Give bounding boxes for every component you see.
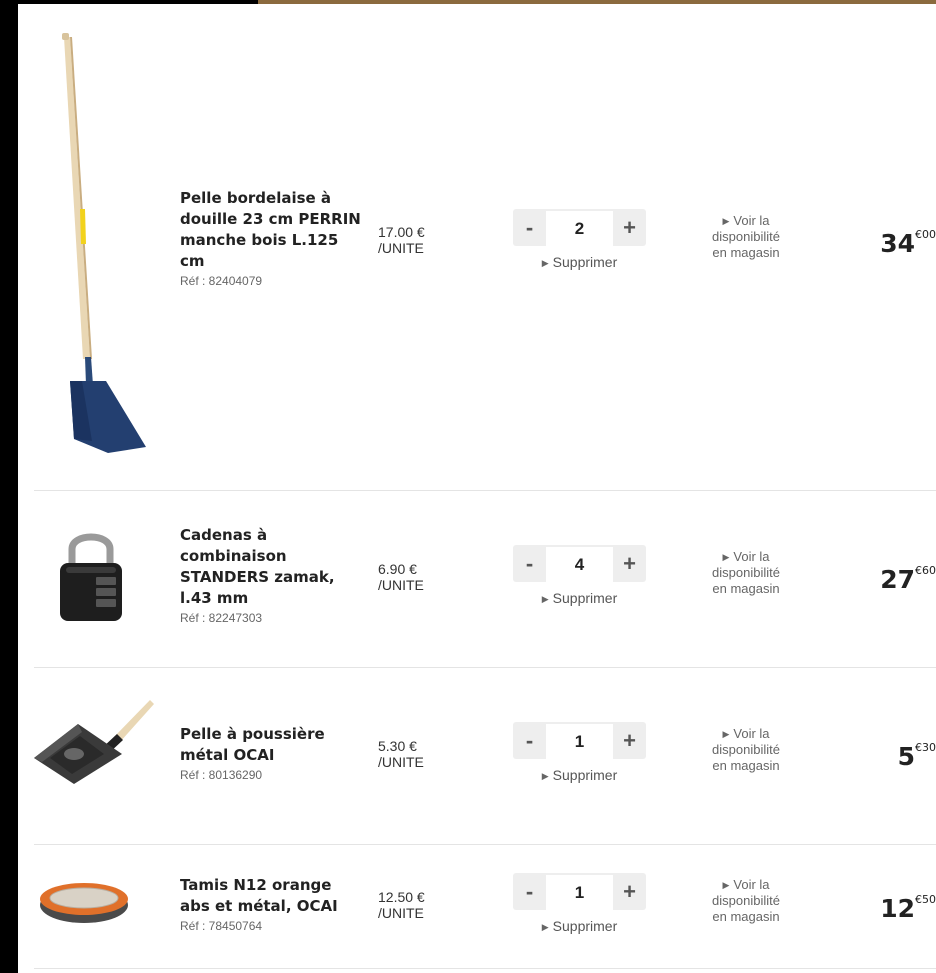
shovel-image xyxy=(62,33,146,453)
triangle-right-icon: ▶ xyxy=(722,729,730,739)
quantity-stepper: - + xyxy=(513,722,646,759)
padlock-image xyxy=(60,533,122,621)
triangle-right-icon: ▶ xyxy=(541,594,549,604)
unit-price-value: 6.90 € xyxy=(378,561,417,577)
remove-label: Supprimer xyxy=(552,254,618,270)
quantity-input[interactable] xyxy=(546,724,613,759)
availability-line-2: disponibilité xyxy=(712,742,780,757)
quantity-input[interactable] xyxy=(546,211,613,246)
line-total-dec: €50 xyxy=(915,893,936,906)
line-total: 27€60 xyxy=(880,564,936,594)
store-availability-link[interactable]: ▶ Voir la disponibilité en magasin xyxy=(686,213,806,261)
product-ref: Réf : 80136290 xyxy=(180,768,263,782)
product-name[interactable]: Pelle à poussière métal OCAI xyxy=(180,724,362,766)
remove-label: Supprimer xyxy=(552,590,618,606)
line-total: 5€30 xyxy=(898,741,936,771)
quantity-control: - + ▶Supprimer xyxy=(513,545,646,606)
availability-line-3: en magasin xyxy=(712,581,780,596)
product-info: Tamis N12 orange abs et métal, OCAI Réf … xyxy=(180,875,362,933)
decrease-quantity-button[interactable]: - xyxy=(513,209,546,246)
increase-quantity-button[interactable]: + xyxy=(613,873,646,910)
product-info: Pelle à poussière métal OCAI Réf : 80136… xyxy=(180,724,362,782)
window-frame-left xyxy=(0,0,18,973)
remove-label: Supprimer xyxy=(552,767,618,783)
line-total-dec: €60 xyxy=(915,564,936,577)
store-availability-link[interactable]: ▶ Voir la disponibilité en magasin xyxy=(686,877,806,925)
remove-label: Supprimer xyxy=(552,918,618,934)
quantity-stepper: - + xyxy=(513,545,646,582)
row-separator xyxy=(34,968,936,969)
cart-item: Tamis N12 orange abs et métal, OCAI Réf … xyxy=(18,845,936,970)
dustpan-image xyxy=(34,700,154,784)
increase-quantity-button[interactable]: + xyxy=(613,722,646,759)
unit-price: 5.30 € /UNITE xyxy=(378,738,424,770)
increase-quantity-button[interactable]: + xyxy=(613,545,646,582)
unit-price-value: 17.00 € xyxy=(378,224,425,240)
product-ref: Réf : 82404079 xyxy=(180,274,263,288)
increase-quantity-button[interactable]: + xyxy=(613,209,646,246)
availability-line-1: Voir la xyxy=(733,213,770,228)
quantity-stepper: - + xyxy=(513,873,646,910)
line-total-int: 5 xyxy=(897,742,915,771)
triangle-right-icon: ▶ xyxy=(722,216,730,226)
cart-item: Cadenas à combinaison STANDERS zamak, l.… xyxy=(18,491,936,667)
line-total: 12€50 xyxy=(880,893,936,923)
product-info: Cadenas à combinaison STANDERS zamak, l.… xyxy=(180,525,362,625)
product-name[interactable]: Cadenas à combinaison STANDERS zamak, l.… xyxy=(180,525,362,609)
availability-line-3: en magasin xyxy=(712,909,780,924)
availability-line-2: disponibilité xyxy=(712,229,780,244)
unit-price: 17.00 € /UNITE xyxy=(378,224,425,256)
line-total-int: 27 xyxy=(880,565,915,594)
availability-line-3: en magasin xyxy=(712,245,780,260)
availability-line-1: Voir la xyxy=(733,726,770,741)
quantity-stepper: - + xyxy=(513,209,646,246)
product-name[interactable]: Tamis N12 orange abs et métal, OCAI xyxy=(180,875,362,917)
remove-item-link[interactable]: ▶ Supprimer xyxy=(513,254,646,270)
remove-item-link[interactable]: ▶ Supprimer xyxy=(513,918,646,934)
unit-label: /UNITE xyxy=(378,577,424,593)
quantity-control: - + ▶Supprimer xyxy=(513,209,646,270)
cart-list: Pelle bordelaise à douille 23 cm PERRIN … xyxy=(18,4,936,973)
line-total: 34€00 xyxy=(880,228,936,258)
product-info: Pelle bordelaise à douille 23 cm PERRIN … xyxy=(180,188,362,288)
line-total-dec: €30 xyxy=(915,741,936,754)
store-availability-link[interactable]: ▶ Voir la disponibilité en magasin xyxy=(686,549,806,597)
product-ref: Réf : 78450764 xyxy=(180,919,263,933)
remove-item-link[interactable]: ▶ Supprimer xyxy=(513,590,646,606)
unit-label: /UNITE xyxy=(378,240,424,256)
triangle-right-icon: ▶ xyxy=(541,771,549,781)
decrease-quantity-button[interactable]: - xyxy=(513,545,546,582)
unit-price-value: 5.30 € xyxy=(378,738,417,754)
triangle-right-icon: ▶ xyxy=(722,880,730,890)
quantity-control: - + ▶Supprimer xyxy=(513,873,646,934)
line-total-int: 12 xyxy=(880,894,915,923)
unit-price: 12.50 € /UNITE xyxy=(378,889,425,921)
line-total-dec: €00 xyxy=(915,228,936,241)
unit-label: /UNITE xyxy=(378,905,424,921)
unit-price-value: 12.50 € xyxy=(378,889,425,905)
cart-item: Pelle à poussière métal OCAI Réf : 80136… xyxy=(18,668,936,844)
product-ref: Réf : 82247303 xyxy=(180,611,263,625)
triangle-right-icon: ▶ xyxy=(541,922,549,932)
availability-line-2: disponibilité xyxy=(712,893,780,908)
decrease-quantity-button[interactable]: - xyxy=(513,873,546,910)
unit-price: 6.90 € /UNITE xyxy=(378,561,424,593)
line-total-int: 34 xyxy=(880,229,915,258)
decrease-quantity-button[interactable]: - xyxy=(513,722,546,759)
availability-line-1: Voir la xyxy=(733,877,770,892)
store-availability-link[interactable]: ▶ Voir la disponibilité en magasin xyxy=(686,726,806,774)
quantity-input[interactable] xyxy=(546,875,613,910)
remove-item-link[interactable]: ▶ Supprimer xyxy=(513,767,646,783)
availability-line-1: Voir la xyxy=(733,549,770,564)
sieve-image xyxy=(40,883,128,923)
triangle-right-icon: ▶ xyxy=(541,258,549,268)
unit-label: /UNITE xyxy=(378,754,424,770)
quantity-control: - + ▶Supprimer xyxy=(513,722,646,783)
product-name[interactable]: Pelle bordelaise à douille 23 cm PERRIN … xyxy=(180,188,362,272)
triangle-right-icon: ▶ xyxy=(722,552,730,562)
quantity-input[interactable] xyxy=(546,547,613,582)
availability-line-2: disponibilité xyxy=(712,565,780,580)
availability-line-3: en magasin xyxy=(712,758,780,773)
cart-item: Pelle bordelaise à douille 23 cm PERRIN … xyxy=(18,4,936,490)
